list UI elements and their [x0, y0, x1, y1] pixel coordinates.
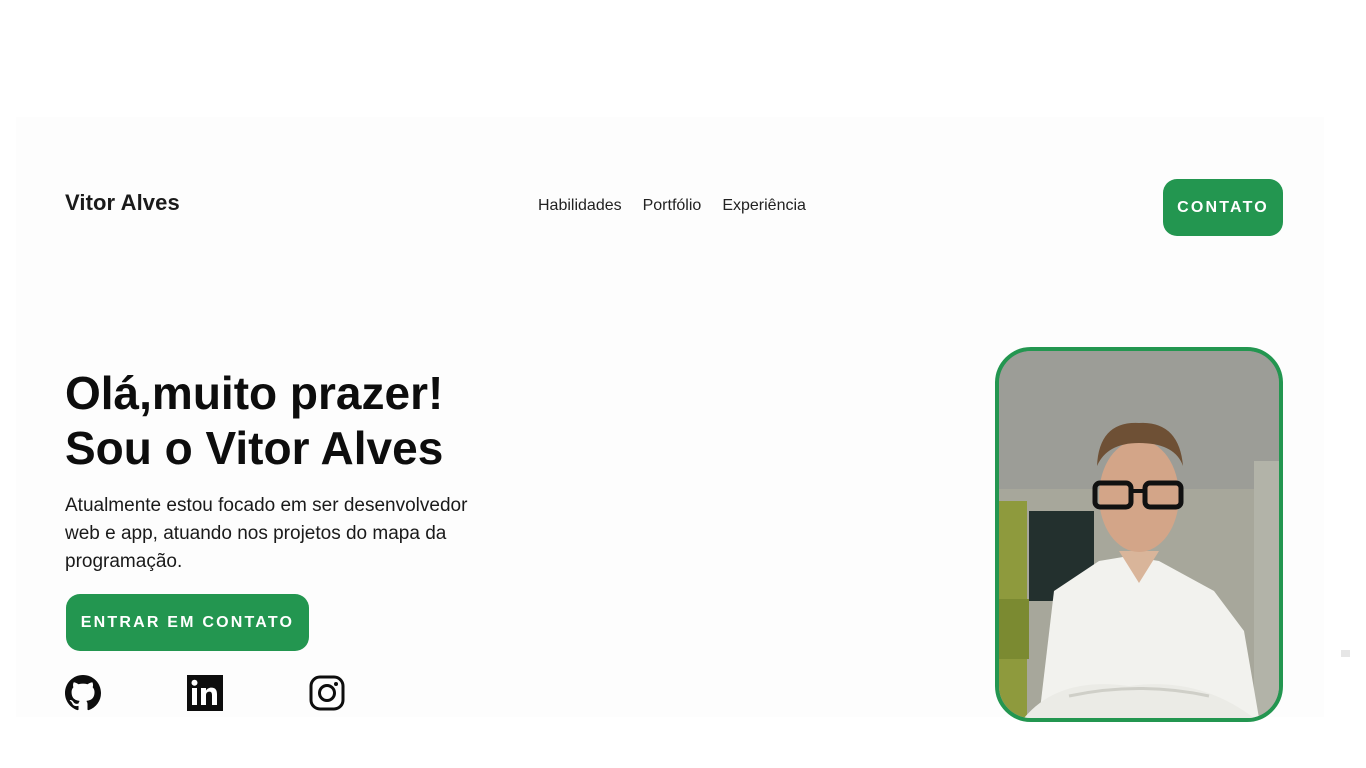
instagram-icon[interactable] — [309, 675, 345, 711]
nav-item-portfolio[interactable]: Portfólio — [643, 197, 702, 215]
nav-item-habilidades[interactable]: Habilidades — [538, 197, 622, 215]
scroll-marker — [1341, 650, 1350, 657]
linkedin-icon[interactable] — [187, 675, 223, 711]
github-icon[interactable] — [65, 675, 101, 711]
contact-button[interactable]: CONTATO — [1163, 179, 1283, 236]
nav-item-experiencia[interactable]: Experiência — [722, 197, 806, 215]
hero-title-line2: Sou o Vitor Alves — [65, 422, 444, 474]
site-logo[interactable]: Vitor Alves — [65, 190, 180, 216]
hero-title-line1: Olá,muito prazer! — [65, 367, 444, 419]
cta-button[interactable]: ENTRAR EM CONTATO — [66, 594, 309, 651]
hero-title: Olá,muito prazer! Sou o Vitor Alves — [65, 366, 585, 476]
main-nav: Habilidades Portfólio Experiência — [538, 197, 806, 215]
hero-description: Atualmente estou focado em ser desenvolv… — [65, 495, 468, 572]
profile-photo — [995, 347, 1283, 722]
